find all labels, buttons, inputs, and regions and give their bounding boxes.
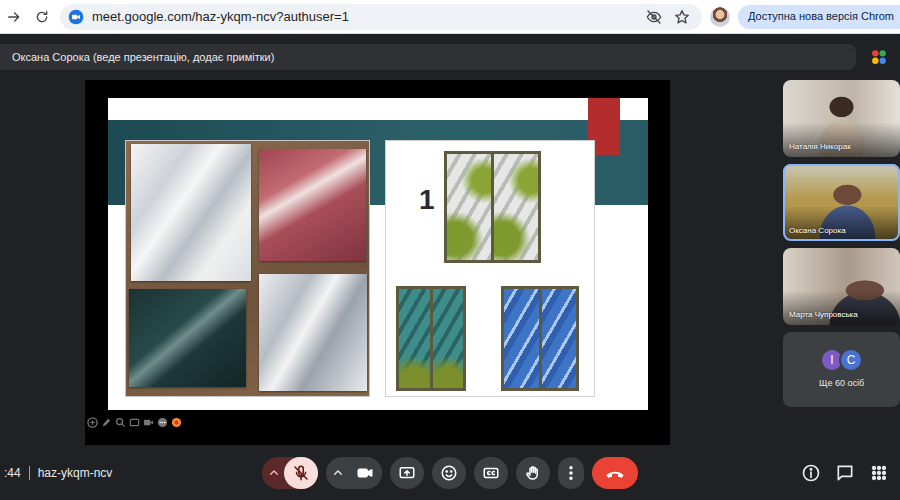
captions-button[interactable] <box>474 457 508 489</box>
participant-tile[interactable]: Оксана Сорока <box>783 164 900 241</box>
others-tile[interactable]: ІС Ще 60 осіб <box>783 332 900 407</box>
zoom-icon[interactable] <box>115 417 126 428</box>
call-controls <box>262 457 638 489</box>
camera-toggle[interactable] <box>348 457 382 489</box>
participant-name: Оксана Сорока <box>789 225 846 237</box>
more-icon[interactable] <box>157 417 168 428</box>
leave-button[interactable] <box>592 457 638 489</box>
pen-icon[interactable] <box>101 417 112 428</box>
presentation: 1 <box>85 80 670 445</box>
camera-icon <box>356 464 374 482</box>
emoji-button[interactable] <box>432 457 466 489</box>
windows-photo: 1 <box>385 140 595 397</box>
eye-off-icon[interactable] <box>644 7 664 27</box>
record-icon[interactable] <box>171 417 182 428</box>
reload-icon[interactable] <box>32 7 52 27</box>
grid-icon[interactable] <box>129 417 140 428</box>
chat-button[interactable] <box>834 462 856 484</box>
apps-icon <box>869 463 889 483</box>
raise-hand-icon <box>524 464 542 482</box>
avatar-stack: ІС <box>820 348 863 372</box>
separator <box>29 466 30 480</box>
mic-toggle[interactable] <box>284 457 318 489</box>
options-caret-icon[interactable] <box>266 465 282 481</box>
slide-number: 1 <box>419 183 435 217</box>
chat-icon <box>835 463 855 483</box>
presenter-row: Оксана Сорока (веде презентацію, додає п… <box>0 34 900 70</box>
microphone-icon <box>292 464 310 482</box>
hand-button[interactable] <box>516 457 550 489</box>
add-icon[interactable] <box>87 417 98 428</box>
activities-icon[interactable] <box>868 46 890 68</box>
slide-toolbar <box>87 415 670 429</box>
more-options-icon <box>562 464 580 482</box>
present-button[interactable] <box>390 457 424 489</box>
clock: :44 <box>4 464 21 482</box>
marble-photo <box>125 140 370 397</box>
presenter-banner: Оксана Сорока (веде презентацію, додає п… <box>0 44 856 70</box>
update-button[interactable]: Доступна нова версія Chrom <box>738 5 900 29</box>
info-button[interactable] <box>800 462 822 484</box>
url-text[interactable]: meet.google.com/haz-ykqm-ncv?authuser=1 <box>92 7 349 27</box>
captions-icon <box>482 464 500 482</box>
address-bar[interactable]: meet.google.com/haz-ykqm-ncv?authuser=1 <box>60 4 702 30</box>
site-info-icon[interactable] <box>68 9 84 25</box>
options-caret-icon[interactable] <box>330 465 346 481</box>
more-button[interactable] <box>558 457 584 489</box>
slide: 1 <box>108 98 648 410</box>
emoji-icon <box>440 464 458 482</box>
participants-panel: Наталія Никорак Оксана Сорока Марта Чупров… <box>783 80 900 445</box>
mic-control[interactable] <box>262 457 318 489</box>
side-controls <box>800 462 900 484</box>
forward-icon[interactable] <box>4 7 24 27</box>
camera-control[interactable] <box>326 457 382 489</box>
apps-button[interactable] <box>868 462 890 484</box>
presenter-text: Оксана Сорока (веде презентацію, додає п… <box>12 49 274 66</box>
participant-tile[interactable]: Марта Чупровська <box>783 248 900 325</box>
meet-window: Оксана Сорока (веде презентацію, додає п… <box>0 34 900 500</box>
control-bar: :44 haz-ykqm-ncv <box>0 445 900 500</box>
profile-avatar-icon[interactable] <box>710 7 730 27</box>
presentation-stage: 1 <box>0 80 775 445</box>
participant-name: Марта Чупровська <box>789 309 858 321</box>
video-icon[interactable] <box>143 417 154 428</box>
star-icon[interactable] <box>672 7 692 27</box>
meeting-code: haz-ykqm-ncv <box>38 464 113 482</box>
browser-toolbar: meet.google.com/haz-ykqm-ncv?authuser=1 … <box>0 0 900 34</box>
meeting-info: :44 haz-ykqm-ncv <box>0 464 262 482</box>
end-call-icon <box>604 462 626 484</box>
present-screen-icon <box>398 464 416 482</box>
participant-avatar: С <box>839 348 863 372</box>
participant-tile[interactable]: Наталія Никорак <box>783 80 900 157</box>
main-area: 1 Наталія Никорак Оксана Сорока <box>0 80 900 445</box>
participant-name: Наталія Никорак <box>789 141 851 153</box>
info-icon <box>801 463 821 483</box>
others-count: Ще 60 осіб <box>819 377 864 391</box>
